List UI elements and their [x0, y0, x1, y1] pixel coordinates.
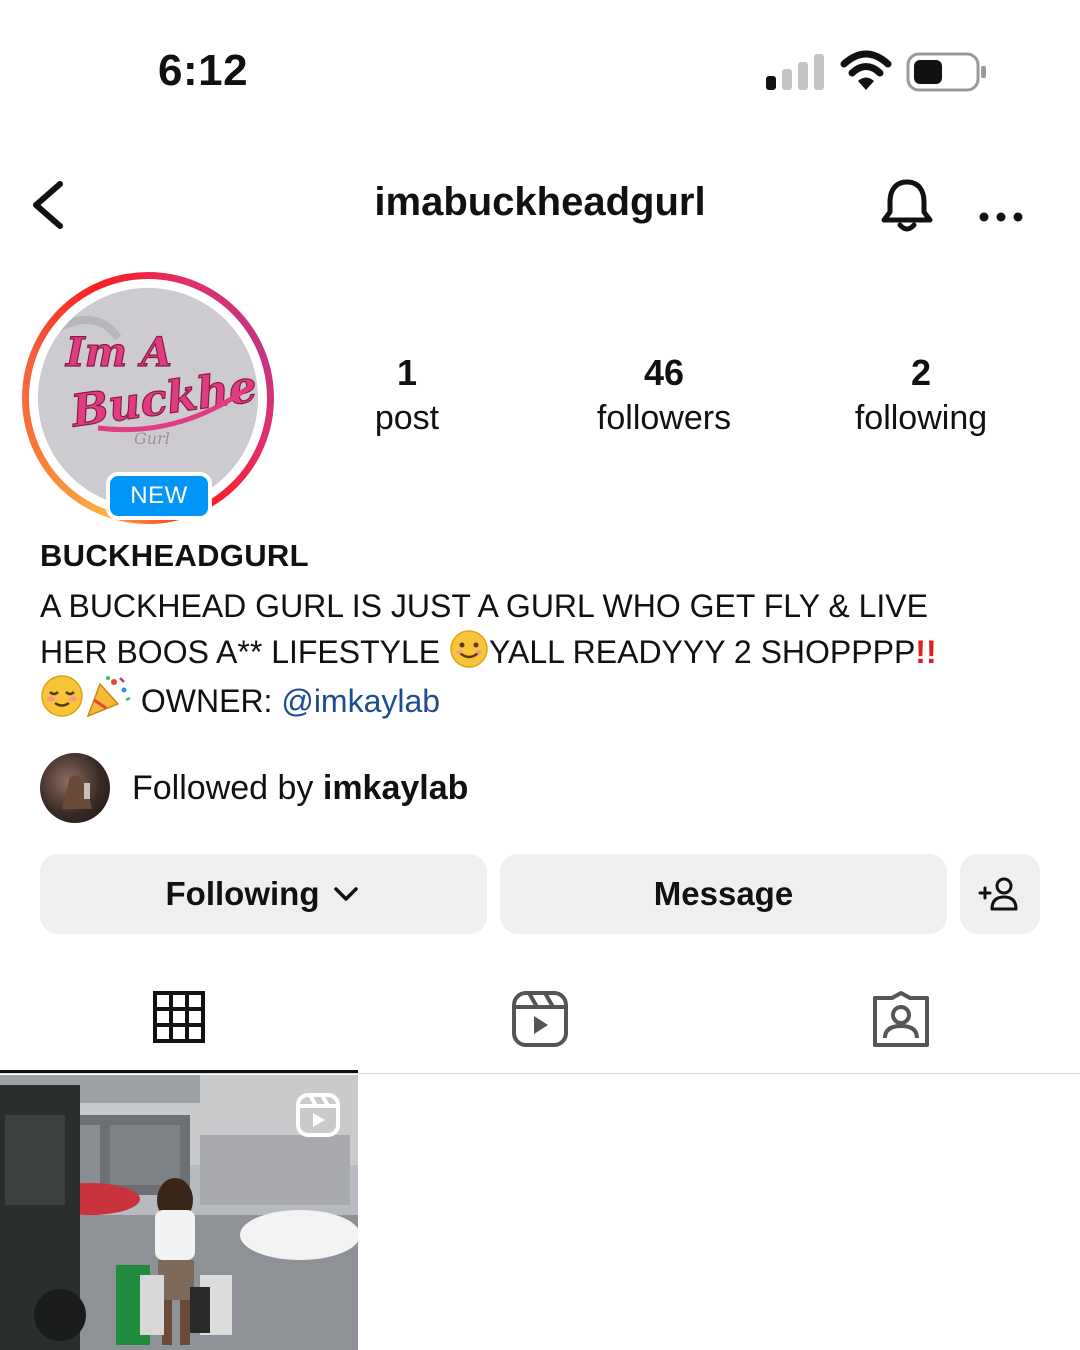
- tab-posts-grid[interactable]: [0, 970, 358, 1074]
- bio: A BUCKHEAD GURL IS JUST A GURL WHO GET F…: [40, 584, 1050, 719]
- tab-tagged[interactable]: [722, 970, 1080, 1074]
- chevron-down-icon: [334, 887, 359, 901]
- notification-bell-icon[interactable]: [874, 172, 940, 238]
- new-badge: NEW: [106, 472, 212, 520]
- status-time: 6:12: [158, 46, 249, 95]
- following-button[interactable]: Following: [40, 854, 487, 934]
- followers-label: followers: [596, 399, 732, 437]
- followers-stat[interactable]: 46 followers: [554, 350, 774, 440]
- reel-indicator-icon: [296, 1093, 340, 1137]
- followed-by-row[interactable]: Followed by imkaylab: [40, 752, 468, 824]
- party-popper-emoji-icon: [84, 674, 132, 730]
- tagged-icon: [873, 991, 929, 1047]
- add-person-icon: [978, 877, 1018, 911]
- profile-header: imabuckheadgurl: [0, 160, 1080, 250]
- posts-label: post: [374, 399, 440, 437]
- battery-icon: [906, 52, 986, 92]
- suggested-users-button[interactable]: [960, 854, 1040, 934]
- message-button-label: Message: [653, 875, 794, 912]
- smile-emoji-icon: [449, 629, 489, 681]
- double-exclamation-emoji-icon: !!: [915, 634, 937, 670]
- followers-count: 46: [643, 352, 685, 393]
- svg-text:Im A: Im A: [65, 329, 172, 376]
- mutual-follower-avatar: [40, 753, 110, 823]
- following-button-label: Following: [165, 875, 320, 912]
- message-button[interactable]: Message: [500, 854, 947, 934]
- owner-mention-link[interactable]: @imkaylab: [281, 683, 440, 719]
- following-count: 2: [910, 352, 932, 393]
- profile-avatar[interactable]: Im A Buckhead Gurl NEW: [22, 272, 274, 524]
- tab-reels[interactable]: [361, 970, 719, 1074]
- following-stat[interactable]: 2 following: [811, 350, 1031, 440]
- followed-by-text: Followed by imkaylab: [132, 768, 469, 807]
- followed-by-username: imkaylab: [322, 768, 469, 807]
- bio-line-2: HER BOOS A** LIFESTYLE YALL READYYY 2 SH…: [40, 629, 1050, 674]
- posts-count: 1: [396, 352, 418, 393]
- wifi-icon: [840, 50, 892, 90]
- status-bar: 6:12: [0, 0, 1080, 140]
- reels-icon: [512, 991, 568, 1047]
- active-tab-indicator: [0, 1070, 358, 1073]
- posts-stat[interactable]: 1 post: [297, 350, 517, 440]
- display-name: BUCKHEADGURL: [40, 538, 309, 573]
- relieved-emoji-icon: [40, 674, 84, 730]
- bio-line-1: A BUCKHEAD GURL IS JUST A GURL WHO GET F…: [40, 588, 928, 624]
- grid-icon: [153, 991, 205, 1043]
- svg-text:Gurl: Gurl: [134, 429, 170, 448]
- more-options-icon[interactable]: [972, 172, 1032, 238]
- post-thumbnail[interactable]: [0, 1075, 358, 1350]
- cellular-signal-icon: [766, 54, 824, 90]
- profile-tabs: [0, 970, 1080, 1074]
- following-label: following: [854, 399, 988, 437]
- bio-line-3: OWNER: @imkaylab: [40, 674, 1050, 719]
